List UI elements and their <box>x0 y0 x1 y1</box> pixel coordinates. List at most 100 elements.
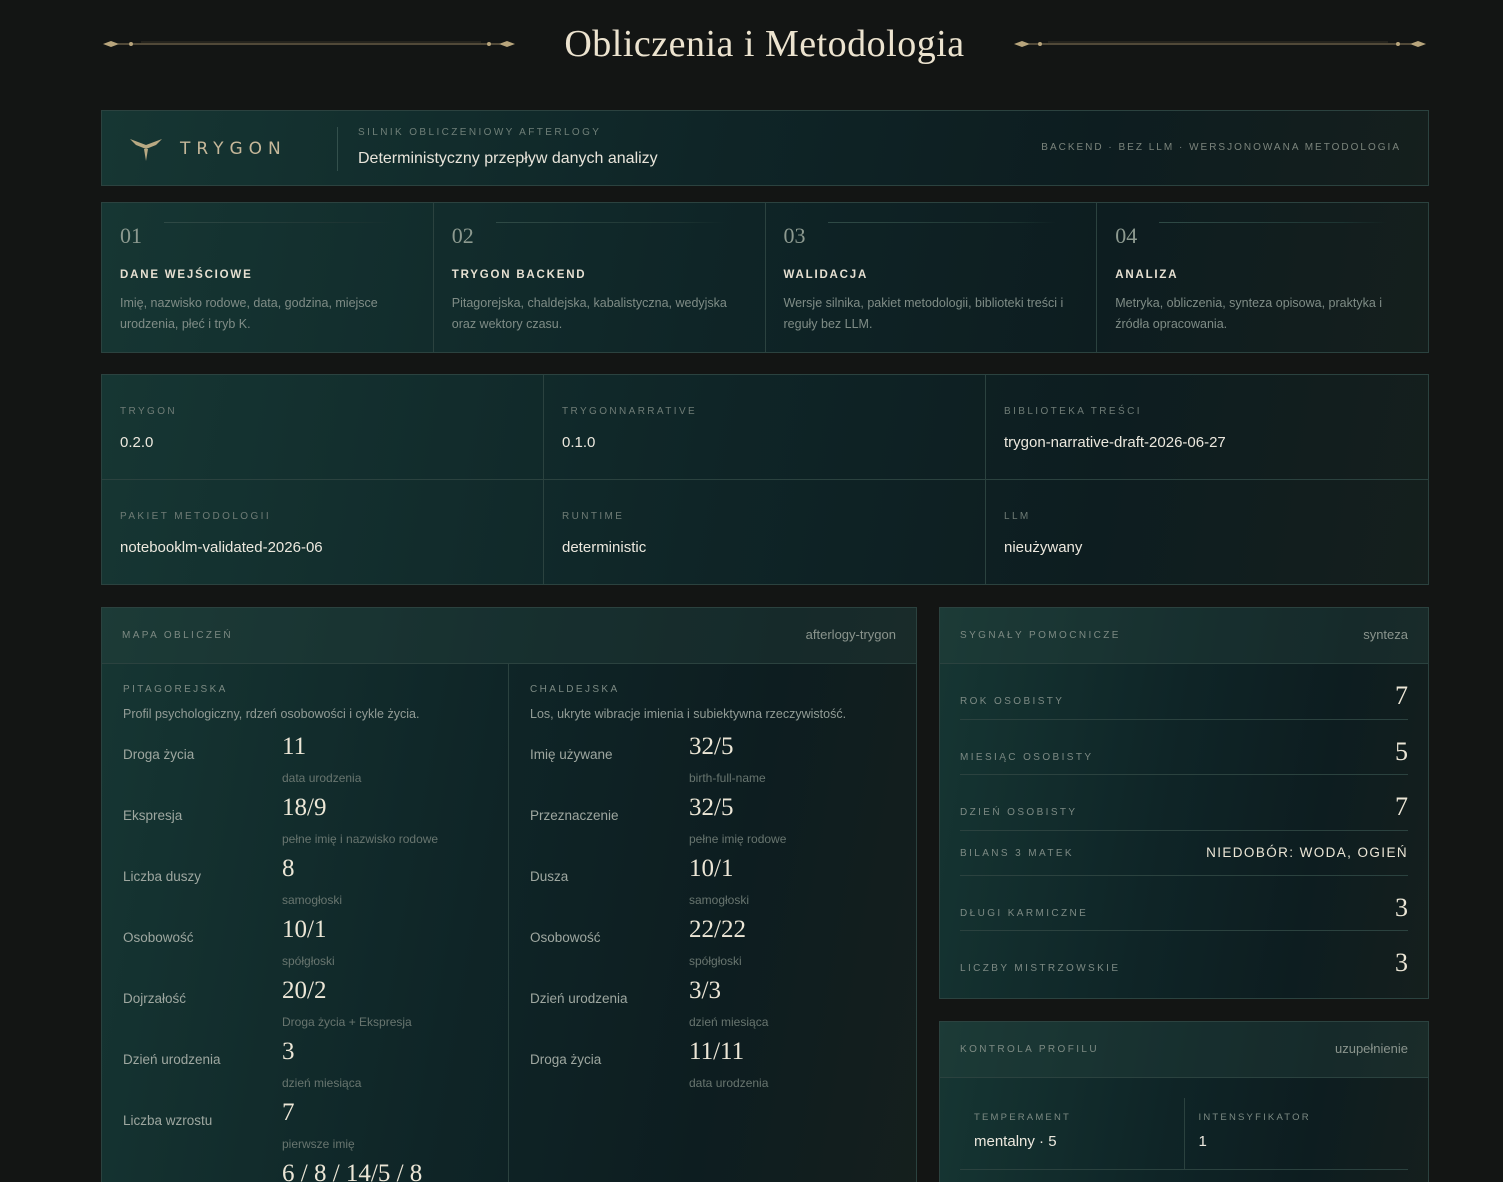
number-name: Liczba wzrostu <box>123 1113 213 1128</box>
chaldean-column: CHALDEJSKA Los, ukryte wibracje imienia … <box>509 664 916 1182</box>
number-row: Dojrzałość 20/2 Droga życia + Ekspresja <box>123 977 487 1038</box>
step-number: 02 <box>451 223 474 248</box>
number-name: Droga życia <box>530 1052 602 1067</box>
step-number: 04 <box>1115 223 1138 248</box>
panel-source: synteza <box>1363 627 1408 642</box>
signal-row: BILANS 3 MATEK NIEDOBÓR: WODA, OGIEŃ <box>960 831 1408 876</box>
number-row: Ekspresja 18/9 pełne imię i nazwisko rod… <box>123 794 487 855</box>
version-cell: LLM nieużywany <box>986 480 1428 584</box>
version-label: RUNTIME <box>562 511 625 522</box>
signal-value: 7 <box>1395 792 1408 821</box>
signal-value: NIEDOBÓR: WODA, OGIEŃ <box>1206 844 1408 860</box>
pipeline-step: 03 WALIDACJA Wersje silnika, pakiet meto… <box>766 203 1098 352</box>
page-header: Obliczenia i Metodologia <box>101 18 1428 70</box>
number-value: 3/3 <box>689 977 721 1004</box>
number-value: 11 <box>282 733 307 760</box>
panel-title: SYGNAŁY POMOCNICZE <box>960 630 1121 641</box>
number-name: Dzień urodzenia <box>123 1052 221 1067</box>
number-source: pełne imię rodowe <box>689 832 787 846</box>
number-row: Liczba duszy 8 samogłoski <box>123 855 487 916</box>
step-title: TRYGON BACKEND <box>451 269 587 281</box>
number-source: dzień miesiąca <box>689 1015 769 1029</box>
signal-label: BILANS 3 MATEK <box>960 847 1074 859</box>
version-cell: BIBLIOTEKA TREŚCI trygon-narrative-draft… <box>986 375 1428 480</box>
number-row: Przeznaczenie 32/5 pełne imię rodowe <box>530 794 895 855</box>
signal-label: ROK OSOBISTY <box>960 696 1065 707</box>
number-source: birth-full-name <box>689 771 766 785</box>
signal-value: 3 <box>1395 892 1408 922</box>
step-title: ANALIZA <box>1115 269 1179 281</box>
version-value: 0.2.0 <box>120 434 154 451</box>
engine-label: SILNIK OBLICZENIOWY AFTERLOGY <box>358 127 602 138</box>
number-value: 7 <box>282 1099 295 1126</box>
engine-description: Deterministyczny przepływ danych analizy <box>358 150 658 167</box>
number-row: Osobowość 22/22 spółgłoski <box>530 916 895 977</box>
number-source: spółgłoski <box>282 954 335 968</box>
number-source: pełne imię i nazwisko rodowe <box>282 832 439 846</box>
number-row: Dusza 10/1 samogłoski <box>530 855 895 916</box>
number-source: data urodzenia <box>282 771 362 785</box>
version-value: nieużywany <box>1004 539 1083 556</box>
number-source: dzień miesiąca <box>282 1076 362 1090</box>
version-cell: TRYGON 0.2.0 <box>102 375 544 480</box>
signal-label: LICZBY MISTRZOWSKIE <box>960 963 1121 974</box>
versions-grid: TRYGON 0.2.0 TRYGONNARRATIVE 0.1.0 BIBLI… <box>101 374 1429 585</box>
pipeline-steps: 01 DANE WEJŚCIOWE Imię, nazwisko rodowe,… <box>101 202 1429 353</box>
number-row: 6 / 8 / 14/5 / 8 <box>123 1160 487 1182</box>
pythagorean-column: PITAGOREJSKA Profil psychologiczny, rdze… <box>102 664 509 1182</box>
panel-source: afterlogy-trygon <box>805 627 896 642</box>
engine-tags: BACKEND · BEZ LLM · WERSJONOWANA METODOL… <box>1041 142 1401 153</box>
number-source: samogłoski <box>282 893 343 907</box>
panel-title: KONTROLA PROFILU <box>960 1044 1099 1055</box>
step-number: 03 <box>783 223 806 248</box>
step-text: Pitagorejska, chaldejska, kabalistyczna,… <box>451 296 727 331</box>
version-label: PAKIET METODOLOGII <box>120 511 272 522</box>
column-title: CHALDEJSKA <box>530 684 620 695</box>
number-value: 11/11 <box>689 1038 745 1065</box>
step-number: 01 <box>120 223 142 248</box>
profile-label: TEMPERAMENT <box>974 1112 1072 1123</box>
number-source: data urodzenia <box>689 1076 769 1090</box>
number-value: 6 / 8 / 14/5 / 8 <box>282 1160 423 1182</box>
version-value: deterministic <box>562 539 647 556</box>
number-value: 32/5 <box>689 733 734 760</box>
number-value: 32/5 <box>689 794 734 821</box>
signal-row: DŁUGI KARMICZNE 3 <box>960 876 1408 931</box>
number-source: spółgłoski <box>689 954 742 968</box>
number-name: Liczba duszy <box>123 869 202 884</box>
auxiliary-signals-panel: SYGNAŁY POMOCNICZE synteza ROK OSOBISTY … <box>939 607 1429 999</box>
trygon-logo: TRYGON <box>128 135 287 163</box>
pipeline-step: 04 ANALIZA Metryka, obliczenia, synteza … <box>1097 203 1428 352</box>
step-text: Wersje silnika, pakiet metodologii, bibl… <box>783 296 1064 331</box>
signal-value: 7 <box>1395 681 1408 710</box>
profile-cell: TEMPERAMENT mentalny · 5 <box>960 1098 1185 1169</box>
number-source: pierwsze imię <box>282 1137 355 1151</box>
signal-label: MIESIĄC OSOBISTY <box>960 751 1094 763</box>
profile-cell: INTENSYFIKATOR 1 <box>1185 1098 1409 1169</box>
profile-control-panel: KONTROLA PROFILU uzupełnienie TEMPERAMEN… <box>939 1021 1429 1182</box>
step-title: WALIDACJA <box>783 269 869 281</box>
number-value: 10/1 <box>689 855 734 882</box>
number-name: Przeznaczenie <box>530 808 619 823</box>
signal-value: 5 <box>1395 736 1408 766</box>
number-row: Dzień urodzenia 3 dzień miesiąca <box>123 1038 487 1099</box>
number-name: Dusza <box>530 869 569 884</box>
number-name: Osobowość <box>123 930 194 945</box>
panel-header: SYGNAŁY POMOCNICZE synteza <box>940 608 1428 664</box>
version-cell: PAKIET METODOLOGII notebooklm-validated-… <box>102 480 544 584</box>
number-name: Droga życia <box>123 747 195 762</box>
ornament-left-icon <box>103 41 515 47</box>
signal-row: DZIEŃ OSOBISTY 7 <box>960 775 1408 831</box>
pipeline-step: 01 DANE WEJŚCIOWE Imię, nazwisko rodowe,… <box>102 203 434 352</box>
number-name: Osobowość <box>530 930 601 945</box>
number-value: 3 <box>282 1038 295 1065</box>
pipeline-step: 02 TRYGON BACKEND Pitagorejska, chaldejs… <box>434 203 766 352</box>
signal-label: DŁUGI KARMICZNE <box>960 907 1089 919</box>
number-name: Ekspresja <box>123 808 183 823</box>
number-name: Imię używane <box>530 747 613 762</box>
column-description: Los, ukryte wibracje imienia i subiektyw… <box>530 707 847 721</box>
signal-label: DZIEŃ OSOBISTY <box>960 807 1078 818</box>
profile-value: mentalny · 5 <box>974 1133 1057 1150</box>
number-row: Droga życia 11 data urodzenia <box>123 733 487 794</box>
column-description: Profil psychologiczny, rdzeń osobowości … <box>123 707 420 721</box>
